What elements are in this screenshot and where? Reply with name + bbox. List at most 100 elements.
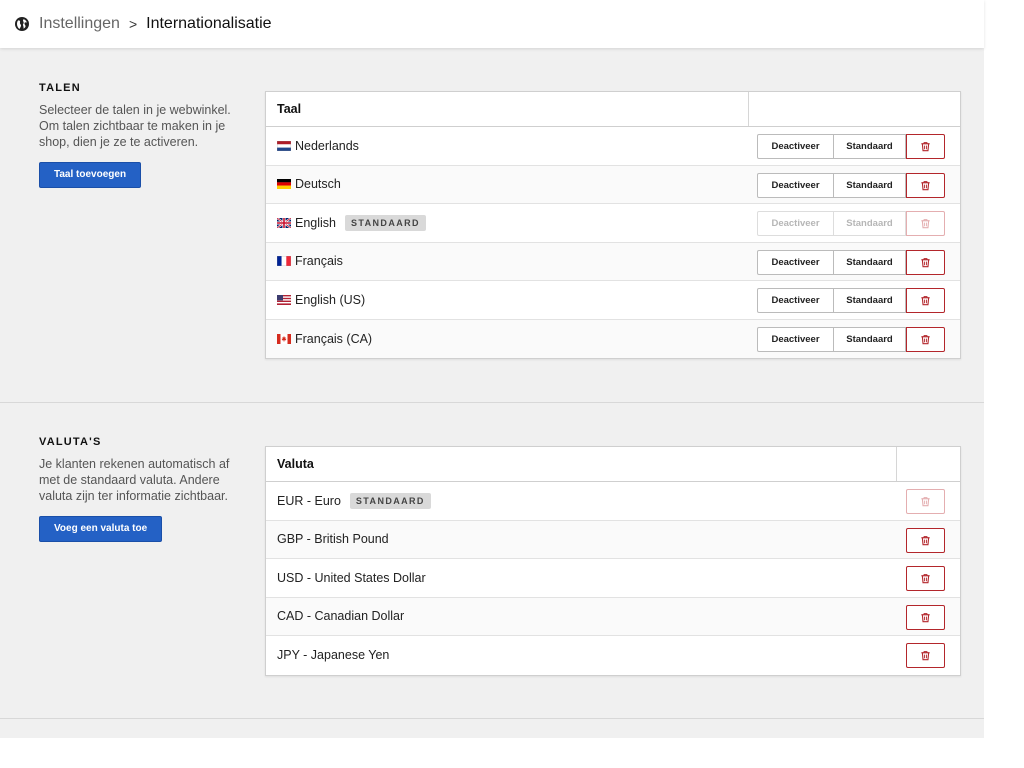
language-name: English <box>295 215 336 230</box>
de-flag-icon <box>277 179 295 190</box>
language-name: Français <box>295 254 343 269</box>
globe-icon <box>14 16 30 32</box>
header-divider <box>748 92 749 126</box>
language-row: English STANDAARD Deactiveer Standaard <box>266 204 960 243</box>
delete-button[interactable] <box>906 134 945 159</box>
trash-icon <box>920 218 931 229</box>
language-row: Nederlands Deactiveer Standaard <box>266 127 960 166</box>
deactivate-button[interactable]: Deactiveer <box>757 249 834 275</box>
languages-intro: TALEN Selecteer de talen in je webwinkel… <box>39 82 239 188</box>
add-currency-button[interactable]: Voeg een valuta toe <box>39 516 163 542</box>
currencies-intro: VALUTA'S Je klanten rekenen automatisch … <box>39 436 239 542</box>
set-default-button[interactable]: Standaard <box>834 249 906 275</box>
row-actions <box>906 566 945 591</box>
column-header-currency: Valuta <box>277 457 314 471</box>
trash-icon <box>920 180 931 191</box>
languages-table: Taal Nederlands Deactiveer Standaard Deutsc… <box>265 91 961 359</box>
top-bar: Instellingen > Internationalisatie <box>0 0 984 48</box>
row-actions <box>906 604 945 630</box>
currency-name: JPY - Japanese Yen <box>277 648 390 663</box>
trash-icon <box>920 141 931 152</box>
delete-button[interactable] <box>906 604 945 630</box>
row-actions <box>906 643 945 668</box>
deactivate-button[interactable]: Deactiveer <box>757 288 834 313</box>
language-name: English (US) <box>295 292 366 307</box>
currencies-heading: VALUTA'S <box>39 436 102 448</box>
set-default-button[interactable]: Standaard <box>834 172 906 198</box>
deactivate-button[interactable]: Deactiveer <box>757 326 834 352</box>
language-row: Français (CA) Deactiveer Standaard <box>266 319 960 358</box>
row-actions: Deactiveer Standaard <box>757 288 945 313</box>
languages-description: Selecteer de talen in je webwinkel. Om t… <box>39 103 231 149</box>
language-name: Deutsch <box>295 177 341 192</box>
breadcrumb-parent[interactable]: Instellingen <box>39 15 120 33</box>
currencies-description: Je klanten rekenen automatisch af met de… <box>39 457 230 503</box>
language-name: Nederlands <box>295 138 359 153</box>
deactivate-button[interactable]: Deactiveer <box>757 172 834 198</box>
page-footer-area <box>0 738 984 768</box>
delete-button[interactable] <box>906 643 945 668</box>
ca-flag-icon <box>277 333 295 344</box>
delete-button[interactable] <box>906 249 945 275</box>
trash-icon <box>920 650 931 661</box>
languages-table-header: Taal <box>266 92 960 127</box>
languages-heading: TALEN <box>39 82 81 94</box>
currencies-section: VALUTA'S Je klanten rekenen automatisch … <box>0 403 984 719</box>
currency-name: USD - United States Dollar <box>277 570 426 585</box>
set-default-button[interactable]: Standaard <box>834 288 906 313</box>
row-actions: Deactiveer Standaard <box>757 172 945 198</box>
currencies-table: Valuta EUR - Euro STANDAARD GBP - British … <box>265 446 961 676</box>
set-default-button[interactable]: Standaard <box>834 134 906 159</box>
header-divider <box>896 447 897 481</box>
currency-row: CAD - Canadian Dollar <box>266 597 960 636</box>
currencies-table-header: Valuta <box>266 447 960 482</box>
trash-icon <box>920 535 931 546</box>
trash-icon <box>920 334 931 345</box>
set-default-button[interactable]: Standaard <box>834 326 906 352</box>
delete-button <box>906 211 945 236</box>
nl-flag-icon <box>277 140 295 151</box>
currency-name: CAD - Canadian Dollar <box>277 609 405 624</box>
currency-row: EUR - Euro STANDAARD <box>266 482 960 521</box>
deactivate-button[interactable]: Deactiveer <box>757 134 834 159</box>
deactivate-button: Deactiveer <box>757 211 834 236</box>
language-row: Français Deactiveer Standaard <box>266 242 960 281</box>
default-badge: STANDAARD <box>349 492 431 509</box>
row-actions <box>906 489 945 514</box>
currency-row: GBP - British Pound <box>266 520 960 559</box>
default-badge: STANDAARD <box>345 214 426 231</box>
trash-icon <box>920 295 931 306</box>
trash-icon <box>920 257 931 268</box>
gb-flag-icon <box>277 217 295 228</box>
breadcrumb-separator: > <box>128 16 138 32</box>
main-content: TALEN Selecteer de talen in je webwinkel… <box>0 48 984 738</box>
row-actions: Deactiveer Standaard <box>757 249 945 275</box>
set-default-button: Standaard <box>834 211 906 236</box>
delete-button[interactable] <box>906 326 945 352</box>
page: Instellingen > Internationalisatie TALEN… <box>0 0 1024 768</box>
delete-button[interactable] <box>906 172 945 198</box>
currency-name: EUR - Euro <box>277 493 341 508</box>
language-row: English (US) Deactiveer Standaard <box>266 281 960 320</box>
fr-flag-icon <box>277 256 295 267</box>
page-title: Internationalisatie <box>146 15 272 32</box>
row-actions <box>906 527 945 553</box>
row-actions: Deactiveer Standaard <box>757 134 945 159</box>
delete-button[interactable] <box>906 288 945 313</box>
currency-row: JPY - Japanese Yen <box>266 636 960 675</box>
delete-button[interactable] <box>906 527 945 553</box>
row-actions: Deactiveer Standaard <box>757 326 945 352</box>
us-flag-icon <box>277 294 295 305</box>
trash-icon <box>920 496 931 507</box>
add-language-button[interactable]: Taal toevoegen <box>39 162 142 188</box>
trash-icon <box>920 612 931 623</box>
language-row: Deutsch Deactiveer Standaard <box>266 165 960 204</box>
currency-name: GBP - British Pound <box>277 532 389 547</box>
trash-icon <box>920 573 931 584</box>
delete-button <box>906 489 945 514</box>
currency-row: USD - United States Dollar <box>266 559 960 598</box>
column-header-language: Taal <box>277 102 302 116</box>
languages-section: TALEN Selecteer de talen in je webwinkel… <box>0 48 984 403</box>
row-actions: Deactiveer Standaard <box>757 211 945 236</box>
delete-button[interactable] <box>906 566 945 591</box>
